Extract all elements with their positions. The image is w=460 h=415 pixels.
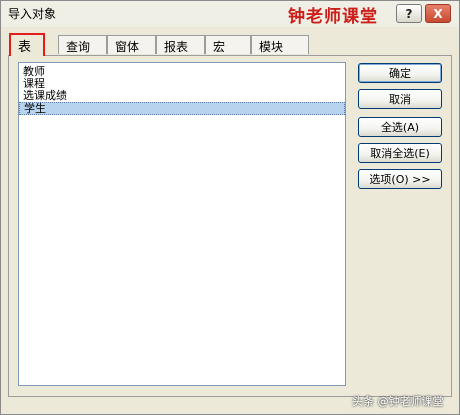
help-button[interactable]: ?	[396, 4, 422, 23]
object-list[interactable]: 教师 课程 选课成绩 学生	[18, 62, 346, 386]
cancel-button[interactable]: 取消	[358, 89, 442, 109]
title-bar: 导入对象 钟老师课堂 ? X	[1, 1, 459, 27]
watermark-logo-bottom: 头条 @钟老师课堂	[352, 395, 444, 408]
watermark-logo-top: 钟老师课堂	[288, 7, 378, 27]
list-item[interactable]: 选课成绩	[19, 90, 345, 102]
list-item[interactable]: 课程	[19, 78, 345, 90]
tab-queries[interactable]: 查询	[58, 35, 107, 54]
tab-strip: 表 查询 窗体 报表 宏 模块	[1, 33, 459, 57]
dialog-title: 导入对象	[8, 7, 57, 21]
select-all-button[interactable]: 全选(A)	[358, 117, 442, 137]
ok-button[interactable]: 确定	[358, 63, 442, 83]
close-button[interactable]: X	[425, 4, 451, 23]
deselect-all-button[interactable]: 取消全选(E)	[358, 143, 442, 163]
tab-reports[interactable]: 报表	[156, 35, 205, 54]
tab-forms[interactable]: 窗体	[107, 35, 156, 54]
import-objects-dialog: 导入对象 钟老师课堂 ? X 表 查询 窗体 报表 宏 模块 教师 课程 选课成…	[0, 0, 460, 415]
list-item-selected[interactable]: 学生	[19, 102, 345, 115]
tab-macros[interactable]: 宏	[205, 35, 251, 54]
tab-tables[interactable]: 表	[9, 33, 45, 56]
tab-modules[interactable]: 模块	[251, 35, 309, 54]
list-item[interactable]: 教师	[19, 66, 345, 78]
options-button[interactable]: 选项(O) >>	[358, 169, 442, 189]
